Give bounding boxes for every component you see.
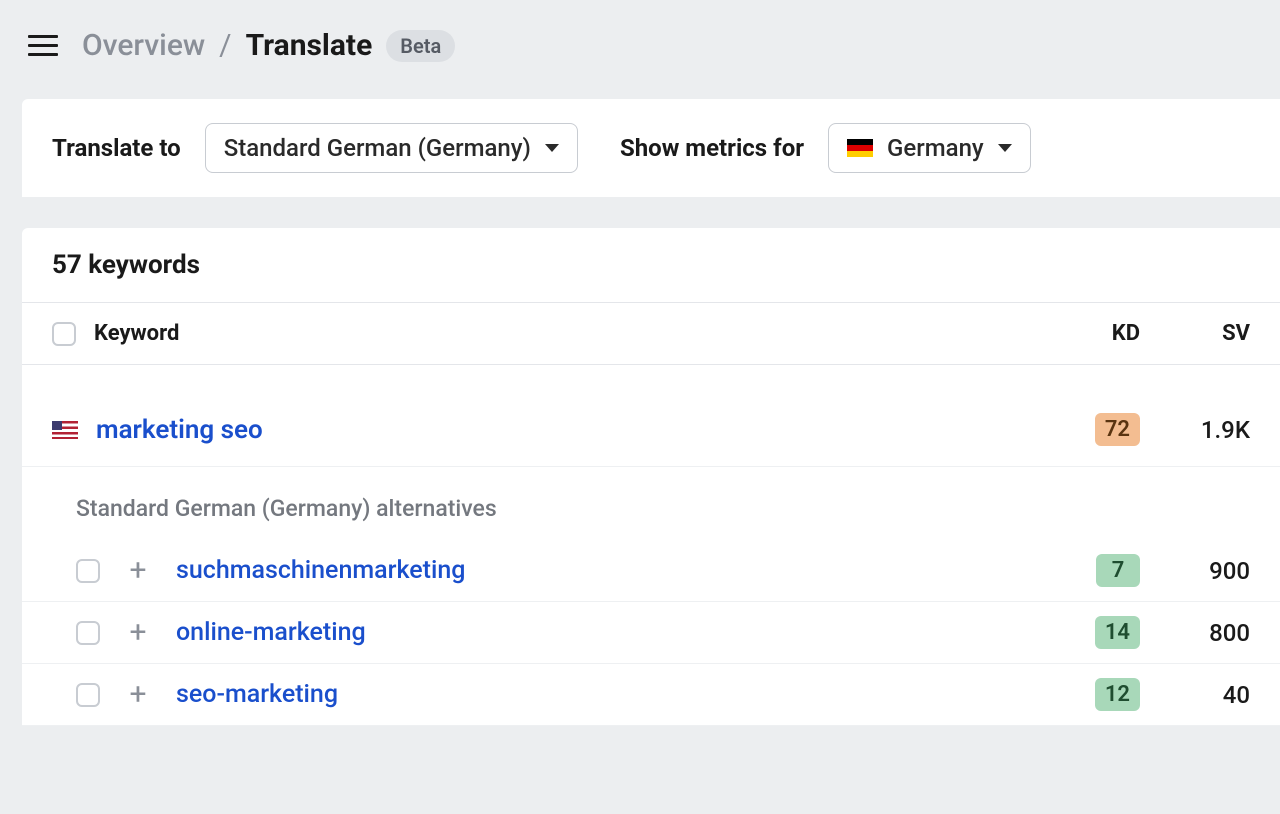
select-all-checkbox[interactable] xyxy=(52,322,76,346)
plus-icon[interactable]: + xyxy=(124,619,152,647)
sv-value: 800 xyxy=(1140,619,1250,647)
metrics-for-value: Germany xyxy=(887,134,984,162)
alternative-keyword-link[interactable]: online-marketing xyxy=(176,618,1050,647)
germany-flag-icon xyxy=(847,139,873,157)
column-sv[interactable]: SV xyxy=(1140,321,1250,346)
row-checkbox[interactable] xyxy=(76,559,100,583)
filter-bar: Translate to Standard German (Germany) S… xyxy=(22,99,1280,198)
source-keyword-link[interactable]: marketing seo xyxy=(96,415,1050,445)
kd-badge: 12 xyxy=(1095,678,1140,711)
chevron-down-icon xyxy=(998,144,1012,152)
kd-badge: 72 xyxy=(1095,413,1140,446)
plus-icon[interactable]: + xyxy=(124,681,152,709)
kd-badge: 7 xyxy=(1096,554,1140,587)
breadcrumb: Overview / Translate Beta xyxy=(82,28,455,63)
alternatives-heading: Standard German (Germany) alternatives xyxy=(22,467,1280,540)
alternative-row: + online-marketing 14 800 xyxy=(22,602,1280,664)
alternative-keyword-link[interactable]: suchmaschinenmarketing xyxy=(176,556,1050,585)
menu-icon[interactable] xyxy=(28,31,58,61)
column-kd[interactable]: KD xyxy=(1050,321,1140,346)
translate-to-label: Translate to xyxy=(52,134,181,162)
beta-badge: Beta xyxy=(386,30,455,62)
us-flag-icon xyxy=(52,421,78,439)
kd-badge: 14 xyxy=(1095,616,1140,649)
alternative-keyword-link[interactable]: seo-marketing xyxy=(176,680,1050,709)
translate-to-dropdown[interactable]: Standard German (Germany) xyxy=(205,123,578,173)
metrics-for-label: Show metrics for xyxy=(620,134,804,162)
breadcrumb-current: Translate xyxy=(246,28,373,63)
row-checkbox[interactable] xyxy=(76,621,100,645)
translate-to-value: Standard German (Germany) xyxy=(224,134,531,162)
table-header: Keyword KD SV xyxy=(22,303,1280,365)
sv-value: 900 xyxy=(1140,557,1250,585)
breadcrumb-separator: / xyxy=(219,28,231,63)
chevron-down-icon xyxy=(545,144,559,152)
alternative-row: + seo-marketing 12 40 xyxy=(22,664,1280,726)
plus-icon[interactable]: + xyxy=(124,557,152,585)
row-checkbox[interactable] xyxy=(76,683,100,707)
column-keyword[interactable]: Keyword xyxy=(94,321,1050,346)
keyword-count: 57 keywords xyxy=(22,228,1280,303)
alternative-row: + suchmaschinenmarketing 7 900 xyxy=(22,540,1280,602)
metrics-for-dropdown[interactable]: Germany xyxy=(828,123,1031,173)
sv-value: 40 xyxy=(1140,681,1250,709)
source-keyword-row: marketing seo 72 1.9K xyxy=(22,365,1280,467)
sv-value: 1.9K xyxy=(1140,416,1250,444)
breadcrumb-prev[interactable]: Overview xyxy=(82,28,205,63)
